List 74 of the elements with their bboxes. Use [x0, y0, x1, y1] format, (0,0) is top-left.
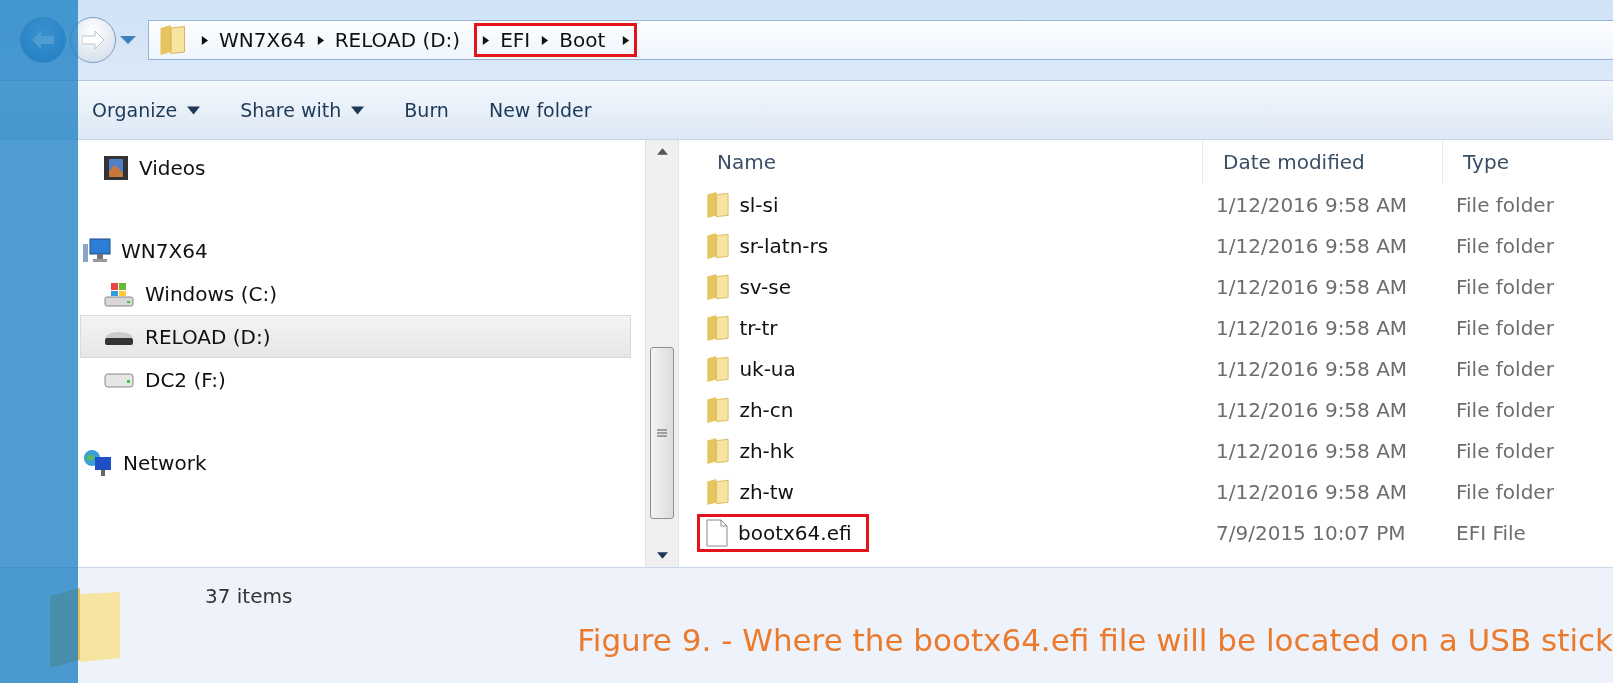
file-name[interactable]: sl-si	[697, 186, 796, 223]
folder-icon	[706, 478, 730, 505]
arrow-right-icon	[82, 31, 104, 49]
file-name[interactable]: uk-ua	[697, 350, 813, 387]
date-cell-text: 1/12/2016 9:58 AM	[1215, 315, 1409, 340]
arrow-icon	[481, 35, 491, 45]
toolbar-button[interactable]: Organize	[84, 93, 209, 127]
nav-item[interactable]: RELOAD (D:)	[80, 315, 631, 358]
toolbar-button[interactable]: Burn	[396, 93, 457, 127]
file-name[interactable]: tr-tr	[697, 309, 795, 346]
nav-item[interactable]: DC2 (F:)	[80, 358, 631, 401]
figure-caption: Figure 9. - Where the bootx64.efi file will be located on a USB stick	[577, 622, 1613, 658]
breadcrumb-item[interactable]: WN7X64	[209, 28, 316, 52]
address-bar[interactable]: WN7X64 RELOAD (D:) EFI Boot	[148, 20, 1613, 60]
date-cell-text: 1/12/2016 9:58 AM	[1215, 192, 1409, 217]
arrow-icon	[540, 35, 550, 45]
file-name[interactable]: zh-cn	[697, 391, 811, 428]
dropdown-icon[interactable]	[120, 35, 136, 45]
folder-icon	[706, 273, 730, 300]
arrow-icon	[200, 35, 209, 45]
breadcrumb-item[interactable]: Boot	[549, 28, 616, 52]
type-cell-text: File folder	[1455, 356, 1555, 381]
type-cell-text: File folder	[1455, 274, 1555, 299]
file-icon	[706, 518, 728, 547]
file-name[interactable]: zh-hk	[697, 432, 812, 469]
date-cell-text: 1/12/2016 9:58 AM	[1215, 397, 1409, 422]
date-cell-text: 1/12/2016 9:58 AM	[1215, 274, 1409, 299]
date-cell-text: 1/12/2016 9:58 AM	[1215, 479, 1409, 504]
scroll-thumb[interactable]	[650, 347, 674, 519]
scroll-up-icon	[656, 146, 668, 157]
type-cell-text: File folder	[1455, 397, 1555, 422]
nav-item[interactable]: Network	[80, 441, 631, 484]
toolbar-button[interactable]: Share with	[232, 93, 373, 127]
date-cell-text: 1/12/2016 9:58 AM	[1215, 438, 1409, 463]
type-cell-text: File folder	[1455, 479, 1555, 504]
arrow-icon	[621, 35, 631, 45]
network-icon	[83, 447, 113, 478]
arrow-icon	[315, 35, 325, 45]
date-cell-text: 1/12/2016 9:58 AM	[1215, 233, 1409, 258]
nav-item[interactable]: Windows (C:)	[80, 272, 631, 315]
type-cell-text: File folder	[1455, 315, 1555, 340]
breadcrumb-item[interactable]: RELOAD (D:)	[324, 28, 471, 52]
computer-icon	[83, 237, 111, 264]
type-cell-text: File folder	[1455, 233, 1555, 258]
type-cell-text: EFI File	[1455, 520, 1527, 545]
column-header[interactable]: Name	[697, 140, 1202, 184]
highlighted-file-name[interactable]: bootx64.efi	[697, 513, 869, 552]
scrollbar[interactable]	[645, 140, 678, 567]
folder-icon	[706, 314, 730, 341]
nav-item[interactable]: WN7X64	[80, 229, 631, 272]
toolbar-button[interactable]: New folder	[480, 93, 600, 127]
file-name[interactable]: sr-latn-rs	[697, 227, 846, 264]
folder-icon	[706, 396, 730, 423]
film-icon	[103, 154, 129, 181]
scroll-down-icon	[656, 550, 668, 561]
folder-icon	[706, 191, 730, 218]
breadcrumb-item[interactable]: EFI	[490, 28, 541, 52]
date-cell-text: 1/12/2016 9:58 AM	[1215, 356, 1409, 381]
type-cell-text: File folder	[1455, 438, 1555, 463]
file-name[interactable]: sv-se	[697, 268, 809, 305]
item-count: 37 items	[204, 583, 293, 608]
file-name[interactable]: zh-tw	[697, 473, 811, 510]
type-cell-text: File folder	[1455, 192, 1555, 217]
folder-icon	[159, 25, 186, 55]
nav-item[interactable]: Videos	[80, 146, 631, 189]
column-header[interactable]: Date modified	[1202, 140, 1442, 184]
column-header[interactable]: Type	[1442, 140, 1613, 184]
drive-icon	[103, 280, 135, 307]
drive-icon	[103, 370, 135, 389]
date-cell-text: 7/9/2015 10:07 PM	[1215, 520, 1407, 545]
grip-icon	[657, 428, 667, 438]
folder-icon	[706, 437, 730, 464]
folder-icon	[706, 355, 730, 382]
folder-icon	[706, 232, 730, 259]
